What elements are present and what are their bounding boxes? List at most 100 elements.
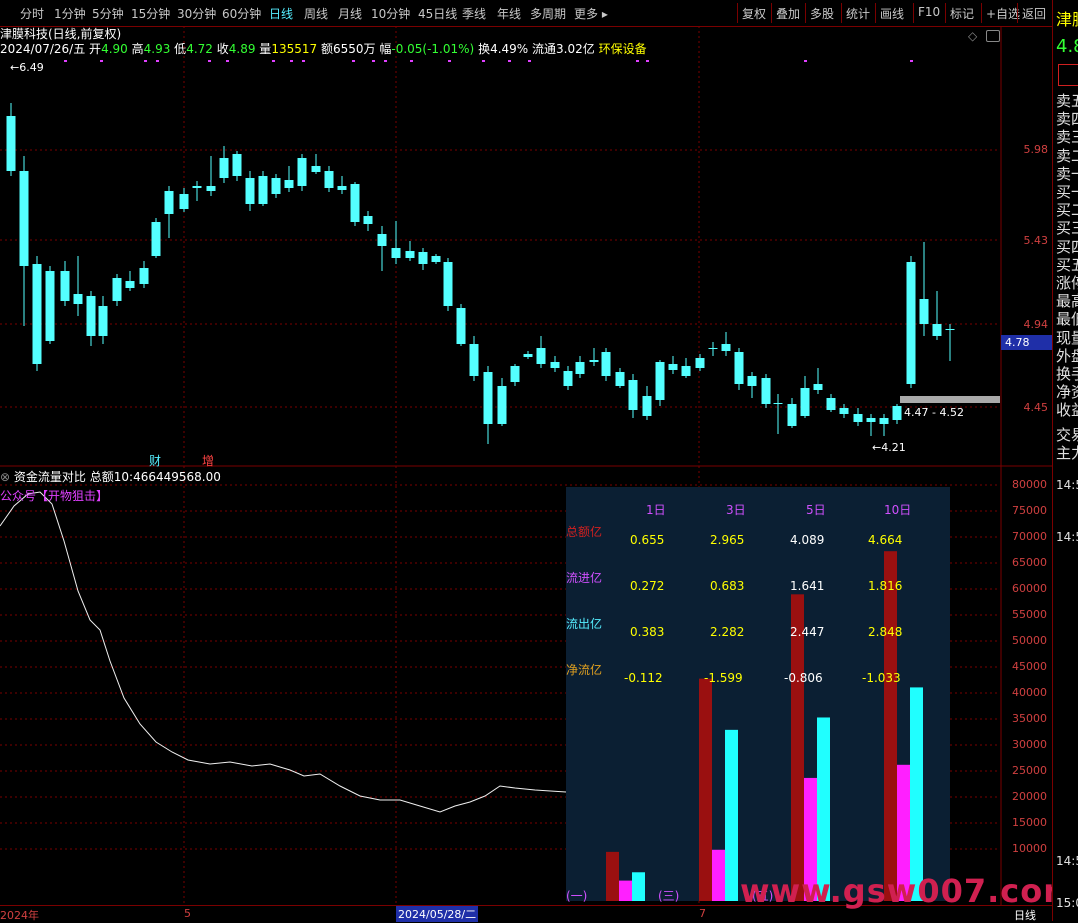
add-tag[interactable]: 增 bbox=[202, 452, 214, 469]
candle-body-29 bbox=[391, 248, 401, 258]
flow-bar-3-0 bbox=[884, 551, 897, 901]
period-tab-3[interactable]: 15分钟 bbox=[131, 5, 170, 22]
date-label-jul: 7 bbox=[699, 907, 706, 920]
indicator-axis-label-6: 50000 bbox=[1012, 634, 1047, 647]
flow-period-label-1: (三) bbox=[658, 889, 680, 903]
candle-body-56 bbox=[747, 376, 757, 386]
flow-cell-3-2: -0.806 bbox=[784, 671, 823, 685]
period-tab-12[interactable]: 年线 bbox=[497, 5, 521, 22]
period-tab-11[interactable]: 季线 bbox=[462, 5, 486, 22]
candle-body-22 bbox=[297, 158, 307, 186]
period-tab-2[interactable]: 5分钟 bbox=[92, 5, 124, 22]
flow-bar-0-0 bbox=[606, 851, 619, 901]
candle-body-27 bbox=[363, 216, 373, 224]
flow-cell-1-1: 0.683 bbox=[710, 579, 745, 593]
candle-body-43 bbox=[575, 362, 585, 374]
event-marker-20 bbox=[910, 60, 913, 62]
flow-bar-3-2 bbox=[910, 687, 923, 901]
date-cursor-label: 2024/05/28/二 bbox=[396, 906, 479, 922]
period-tab-0[interactable]: 分时 bbox=[20, 5, 44, 22]
candle-body-39 bbox=[523, 354, 533, 357]
high-mark: ←6.49 bbox=[10, 61, 44, 74]
high-mark-value: 6.49 bbox=[19, 61, 44, 74]
period-tab-8[interactable]: 月线 bbox=[338, 5, 362, 22]
tool-button-5[interactable]: F10 bbox=[918, 5, 940, 19]
event-marker-9 bbox=[352, 60, 355, 62]
candle-body-23 bbox=[311, 166, 321, 172]
flow-cell-1-0: 0.272 bbox=[630, 579, 665, 593]
quote-side-panel: 津膜4.8卖五卖四卖三卖二卖一买一买二买三买四买五涨停最高最低现量外盘换手净资收… bbox=[1052, 0, 1078, 921]
tool-button-3[interactable]: 统计 bbox=[846, 5, 870, 22]
candle-body-59 bbox=[787, 404, 797, 426]
tool-button-8[interactable]: 返回 bbox=[1022, 5, 1046, 22]
event-marker-12 bbox=[410, 60, 413, 62]
candle-body-30 bbox=[405, 251, 415, 258]
candle-body-34 bbox=[456, 308, 466, 344]
indicator-name[interactable]: 资金流量对比 bbox=[14, 470, 86, 484]
flow-cell-2-0: 0.383 bbox=[630, 625, 665, 639]
indicator-axis-label-9: 35000 bbox=[1012, 712, 1047, 725]
candle-body-0 bbox=[6, 116, 16, 171]
toolbar-separator bbox=[913, 3, 914, 23]
period-tab-9[interactable]: 10分钟 bbox=[371, 5, 410, 22]
tool-button-7[interactable]: +自选 bbox=[986, 5, 1020, 22]
period-tab-14[interactable]: 更多 ▸ bbox=[574, 5, 608, 22]
event-marker-7 bbox=[290, 60, 293, 62]
toolbar-separator bbox=[875, 3, 876, 23]
event-marker-11 bbox=[384, 60, 387, 62]
tool-button-6[interactable]: 标记 bbox=[950, 5, 974, 22]
side-time-0: 14:5 bbox=[1056, 478, 1078, 492]
event-marker-2 bbox=[144, 60, 147, 62]
event-marker-6 bbox=[272, 60, 275, 62]
toolbar-separator bbox=[1017, 3, 1018, 23]
candle-body-35 bbox=[469, 344, 479, 376]
event-marker-14 bbox=[482, 60, 485, 62]
event-marker-18 bbox=[646, 60, 649, 62]
period-tab-1[interactable]: 1分钟 bbox=[54, 5, 86, 22]
period-tab-6[interactable]: 日线 bbox=[269, 5, 293, 22]
flow-header-0: 1日 bbox=[646, 503, 666, 517]
candle-body-31 bbox=[418, 252, 428, 264]
low-mark: ←4.21 bbox=[872, 441, 906, 454]
candle-body-65 bbox=[866, 418, 876, 422]
flow-bar-1-1 bbox=[712, 849, 725, 901]
candle-body-68 bbox=[906, 262, 916, 384]
candle-body-49 bbox=[655, 362, 665, 400]
candle-body-52 bbox=[695, 358, 705, 368]
candle-body-67 bbox=[892, 406, 902, 420]
candle-body-66 bbox=[879, 418, 889, 424]
flow-bar-1-0 bbox=[699, 678, 712, 901]
candle-body-28 bbox=[377, 234, 387, 246]
tool-button-2[interactable]: 多股 bbox=[810, 5, 834, 22]
side-buy-button[interactable] bbox=[1058, 64, 1078, 86]
period-tab-5[interactable]: 60分钟 bbox=[222, 5, 261, 22]
event-marker-5 bbox=[226, 60, 229, 62]
flow-cell-3-0: -0.112 bbox=[624, 671, 663, 685]
tool-button-0[interactable]: 复权 bbox=[742, 5, 766, 22]
side-time-1: 14:5 bbox=[1056, 530, 1078, 544]
flow-cell-1-2: 1.641 bbox=[790, 579, 825, 593]
period-tab-13[interactable]: 多周期 bbox=[530, 5, 566, 22]
tool-button-4[interactable]: 画线 bbox=[880, 5, 904, 22]
event-marker-19 bbox=[804, 60, 807, 62]
toolbar-separator bbox=[945, 3, 946, 23]
period-tab-10[interactable]: 45日线 bbox=[418, 5, 457, 22]
flow-period-label-0: (一) bbox=[566, 889, 588, 903]
candle-body-20 bbox=[271, 178, 281, 194]
flow-row-label-0: 总额亿 bbox=[566, 525, 603, 539]
fin-tag[interactable]: 财 bbox=[149, 452, 161, 469]
candle-body-13 bbox=[179, 194, 189, 209]
candle-body-15 bbox=[206, 186, 216, 191]
indicator-axis-label-7: 45000 bbox=[1012, 660, 1047, 673]
period-tab-7[interactable]: 周线 bbox=[304, 5, 328, 22]
candle-body-48 bbox=[642, 396, 652, 416]
period-tab-4[interactable]: 30分钟 bbox=[177, 5, 216, 22]
candle-body-14 bbox=[192, 186, 202, 188]
fund-flow-bars bbox=[606, 551, 923, 901]
candle-body-1 bbox=[19, 171, 29, 266]
candle-body-3 bbox=[45, 271, 55, 341]
indicator-close-icon[interactable]: ⊗ bbox=[0, 470, 10, 484]
tool-button-1[interactable]: 叠加 bbox=[776, 5, 800, 22]
indicator-header: ⊗ 资金流量对比 总额10:466449568.00 bbox=[0, 468, 221, 485]
flow-cell-0-1: 2.965 bbox=[710, 533, 745, 547]
